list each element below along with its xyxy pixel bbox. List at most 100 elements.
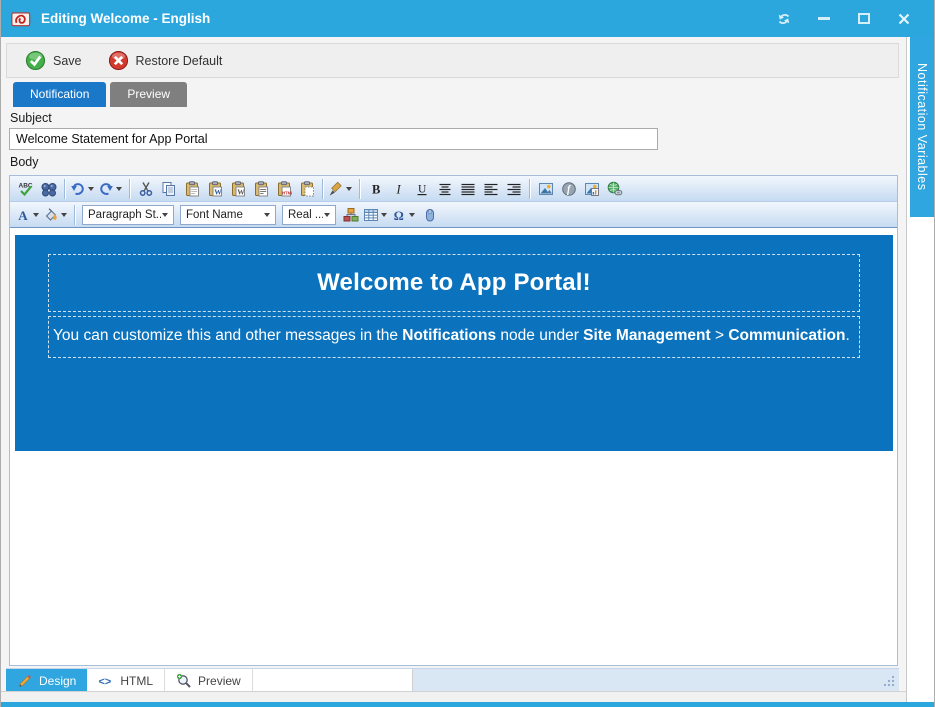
- chevron-down-icon: [88, 187, 94, 191]
- editor-canvas[interactable]: Welcome to App Portal! You can customize…: [10, 228, 897, 665]
- bold-button[interactable]: B: [364, 178, 387, 200]
- save-check-icon: [25, 50, 46, 71]
- maximize-button[interactable]: [852, 8, 876, 30]
- right-panel: Notification Variables: [906, 37, 935, 702]
- redo-icon: [97, 181, 115, 197]
- paste-as-html-icon: [298, 181, 316, 197]
- copy-icon: [160, 181, 178, 197]
- chevron-down-icon: [381, 213, 387, 217]
- toolbar-separator: [322, 179, 323, 199]
- restore-default-button[interactable]: Restore Default: [102, 47, 229, 74]
- save-label: Save: [53, 54, 82, 68]
- subject-label: Subject: [10, 111, 52, 125]
- paste-plain-text-icon: [252, 181, 270, 197]
- insert-table-button[interactable]: [362, 207, 390, 223]
- background-color-icon: [42, 207, 60, 223]
- form-element-icon: [421, 207, 439, 223]
- mode-tab-html[interactable]: <>HTML: [87, 669, 165, 692]
- body-label: Body: [10, 155, 39, 169]
- minimize-button[interactable]: [812, 8, 836, 30]
- chevron-down-icon: [409, 213, 415, 217]
- italic-button[interactable]: I: [387, 178, 410, 200]
- paste-from-word-nofont-button[interactable]: W: [226, 178, 249, 200]
- chevron-down-icon: [116, 187, 122, 191]
- svg-text:W: W: [237, 187, 245, 196]
- paste-from-word-button[interactable]: W: [203, 178, 226, 200]
- hyperlink-manager-button[interactable]: [603, 178, 626, 200]
- toolbar-separator: [64, 179, 65, 199]
- paste-button[interactable]: [180, 178, 203, 200]
- chevron-down-icon: [162, 213, 168, 217]
- resize-grip[interactable]: [880, 673, 896, 689]
- foreground-color-button[interactable]: A: [14, 207, 42, 223]
- paragraph-segment: node under: [496, 327, 583, 344]
- refresh-button[interactable]: [772, 8, 796, 30]
- paste-html-button[interactable]: HTML: [272, 178, 295, 200]
- restore-default-label: Restore Default: [136, 54, 223, 68]
- form-element-button[interactable]: [418, 204, 441, 226]
- format-painter-button[interactable]: [327, 181, 355, 197]
- svg-text:B: B: [372, 182, 380, 196]
- app-portal-logo-icon: [11, 9, 33, 29]
- chevron-down-icon: [61, 213, 67, 217]
- align-right-button[interactable]: [502, 178, 525, 200]
- maximize-icon: [858, 13, 870, 24]
- heading-edit-region[interactable]: Welcome to App Portal!: [48, 254, 860, 312]
- paragraph-style-label: Paragraph St...: [88, 209, 161, 221]
- font-size-select[interactable]: Real ...: [282, 205, 336, 225]
- window-bottom-border: [1, 702, 935, 707]
- insert-snippet-button[interactable]: [339, 204, 362, 226]
- paste-as-html-button[interactable]: [295, 178, 318, 200]
- minimize-icon: [818, 17, 830, 20]
- insert-symbol-button[interactable]: Ω: [390, 207, 418, 223]
- save-button[interactable]: Save: [19, 47, 88, 74]
- flash-manager-icon: f: [560, 181, 578, 197]
- undo-button[interactable]: [69, 181, 97, 197]
- underline-icon: U: [413, 181, 431, 197]
- paste-icon: [183, 181, 201, 197]
- tab-preview[interactable]: Preview: [110, 82, 187, 107]
- flash-manager-button[interactable]: f: [557, 178, 580, 200]
- redo-button[interactable]: [97, 181, 125, 197]
- paragraph-segment: .: [845, 327, 849, 344]
- font-size-label: Real ...: [288, 209, 323, 221]
- font-name-select[interactable]: Font Name: [180, 205, 276, 225]
- tab-notification[interactable]: Notification: [13, 82, 106, 107]
- mode-tab-design[interactable]: Design: [6, 669, 87, 692]
- paragraph-style-select[interactable]: Paragraph St...: [82, 205, 174, 225]
- paragraph-segment: >: [711, 327, 729, 344]
- editor-mode-bar: Design<>HTMLPreview: [6, 668, 899, 691]
- spellcheck-button[interactable]: ABC: [14, 178, 37, 200]
- undo-icon: [69, 181, 87, 197]
- command-bar: Save Restore Default: [6, 43, 899, 78]
- mode-tab-preview[interactable]: Preview: [165, 669, 253, 692]
- html-icon: <>: [98, 673, 114, 689]
- insert-symbol-icon: Ω: [390, 207, 408, 223]
- svg-text:<>: <>: [99, 676, 112, 688]
- banner-paragraph: You can customize this and other message…: [53, 326, 857, 346]
- notification-variables-tab[interactable]: Notification Variables: [910, 37, 934, 217]
- paste-plain-text-button[interactable]: [249, 178, 272, 200]
- body-edit-region[interactable]: You can customize this and other message…: [48, 316, 860, 358]
- cut-button[interactable]: [134, 178, 157, 200]
- insert-table-icon: [362, 207, 380, 223]
- underline-button[interactable]: U: [410, 178, 433, 200]
- subject-input[interactable]: [9, 128, 658, 150]
- spellcheck-icon: ABC: [17, 181, 35, 197]
- justify-button[interactable]: [456, 178, 479, 200]
- align-center-icon: [436, 181, 454, 197]
- close-button[interactable]: [892, 8, 916, 30]
- image-manager-button[interactable]: [534, 178, 557, 200]
- pencil-icon: [17, 673, 33, 689]
- window-title: Editing Welcome - English: [41, 11, 210, 26]
- editing-welcome-dialog: Editing Welcome - English Save Restore D…: [0, 0, 935, 707]
- align-center-button[interactable]: [433, 178, 456, 200]
- italic-icon: I: [390, 181, 408, 197]
- chevron-down-icon: [264, 213, 270, 217]
- image-map-editor-button[interactable]: [580, 178, 603, 200]
- align-left-button[interactable]: [479, 178, 502, 200]
- top-tabs: Notification Preview: [13, 82, 187, 107]
- copy-button[interactable]: [157, 178, 180, 200]
- find-button[interactable]: [37, 178, 60, 200]
- background-color-button[interactable]: [42, 207, 70, 223]
